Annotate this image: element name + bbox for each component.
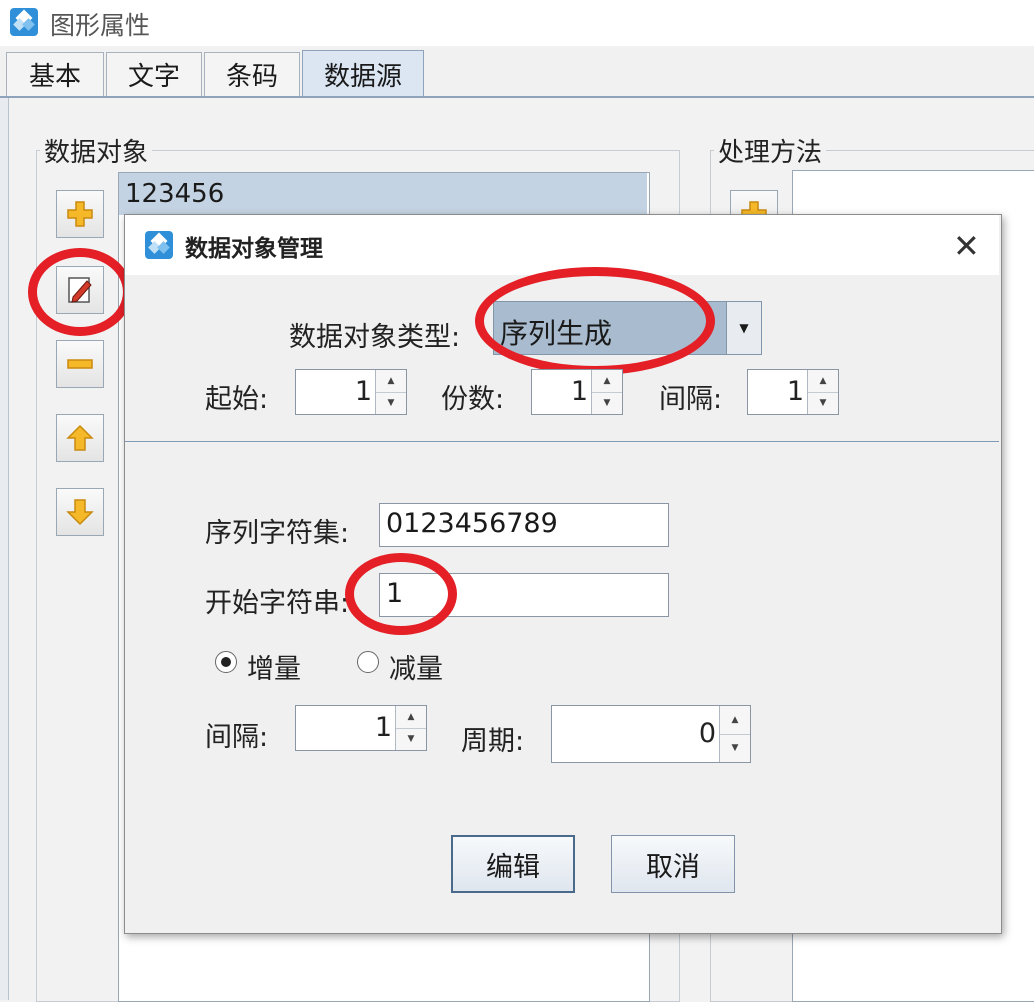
spin-up-icon[interactable]: ▲ <box>396 706 426 728</box>
dialog-titlebar: 数据对象管理 ✕ <box>125 215 999 275</box>
charset-label: 序列字符集: <box>205 518 350 549</box>
spin-down-icon[interactable]: ▼ <box>396 727 426 751</box>
panel-left-edge <box>0 98 9 1000</box>
arrow-down-icon <box>66 499 94 526</box>
period-spinner[interactable]: 0 ▲ ▼ <box>551 705 751 763</box>
app-logo-icon <box>10 8 38 36</box>
increase-label: 增量 <box>247 654 301 685</box>
spin-down-icon[interactable]: ▼ <box>376 391 406 415</box>
interval-spinner[interactable]: 1 ▲ ▼ <box>747 369 839 415</box>
spin-up-icon[interactable]: ▲ <box>376 370 406 392</box>
tab-basic[interactable]: 基本 <box>6 52 104 96</box>
edit-button[interactable]: 编辑 <box>451 835 575 893</box>
decrease-label: 减量 <box>389 654 443 685</box>
dialog-title: 数据对象管理 <box>185 236 323 262</box>
window-titlebar: 图形属性 <box>0 0 1034 46</box>
tab-data-source[interactable]: 数据源 <box>302 50 424 98</box>
highlight-ring-type <box>475 267 715 375</box>
copies-label: 份数: <box>441 384 505 415</box>
processing-label: 处理方法 <box>714 132 827 169</box>
list-item-label: 123456 <box>125 179 225 209</box>
spin-down-icon[interactable]: ▼ <box>592 391 622 415</box>
step-value: 1 <box>374 712 392 743</box>
move-down-button[interactable] <box>56 488 104 536</box>
start-string-label: 开始字符串: <box>205 588 350 619</box>
arrow-up-icon <box>66 424 94 451</box>
step-spinner[interactable]: 1 ▲ ▼ <box>295 705 427 751</box>
data-object-dialog: 数据对象管理 ✕ 数据对象类型: 序列生成 ▼ 起始: 1 ▲ ▼ 份数: 1 ▲… <box>124 214 1002 934</box>
start-label: 起始: <box>205 384 269 415</box>
interval-label: 间隔: <box>659 384 723 415</box>
step-label: 间隔: <box>205 722 269 753</box>
cancel-button[interactable]: 取消 <box>611 835 735 893</box>
minus-icon <box>67 359 93 369</box>
close-icon[interactable]: ✕ <box>953 227 980 265</box>
data-object-label: 数据对象 <box>40 132 153 169</box>
spin-down-icon[interactable]: ▼ <box>720 733 750 763</box>
type-label: 数据对象类型: <box>289 322 461 353</box>
period-value: 0 <box>698 718 716 749</box>
window-title: 图形属性 <box>50 11 151 40</box>
move-up-button[interactable] <box>56 414 104 462</box>
spin-down-icon[interactable]: ▼ <box>808 391 838 415</box>
app-logo-icon <box>145 231 173 259</box>
period-label: 周期: <box>461 726 525 757</box>
add-button[interactable] <box>56 190 104 238</box>
tab-text[interactable]: 文字 <box>106 52 202 96</box>
spin-up-icon[interactable]: ▲ <box>592 370 622 392</box>
charset-field[interactable]: 0123456789 <box>379 503 669 547</box>
spin-up-icon[interactable]: ▲ <box>720 706 750 734</box>
highlight-ring-start-string <box>345 553 457 635</box>
copies-value: 1 <box>570 376 588 407</box>
remove-button[interactable] <box>56 340 104 388</box>
separator <box>125 441 999 442</box>
chevron-down-icon[interactable]: ▼ <box>726 301 762 355</box>
increase-radio[interactable] <box>215 651 237 673</box>
copies-spinner[interactable]: 1 ▲ ▼ <box>531 369 623 415</box>
highlight-ring-edit <box>28 248 132 336</box>
plus-icon <box>67 201 93 227</box>
spin-up-icon[interactable]: ▲ <box>808 370 838 392</box>
tab-barcode[interactable]: 条码 <box>204 52 300 96</box>
start-spinner[interactable]: 1 ▲ ▼ <box>295 369 407 415</box>
interval-value: 1 <box>786 376 804 407</box>
decrease-radio[interactable] <box>357 651 379 673</box>
start-value: 1 <box>354 376 372 407</box>
list-item[interactable]: 123456 <box>119 173 647 215</box>
